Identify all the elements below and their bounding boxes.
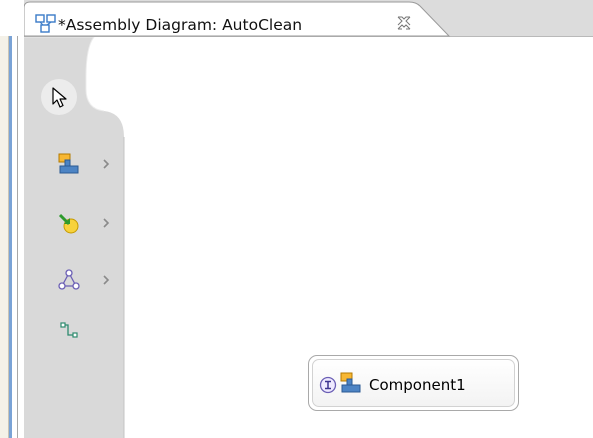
tab-title: *Assembly Diagram: AutoClean (58, 16, 303, 34)
assembly-diagram-icon (35, 14, 56, 33)
component-label: Component1 (369, 376, 466, 394)
import-icon (58, 213, 79, 234)
component-node[interactable]: Component1 (308, 355, 519, 411)
wire-tool[interactable] (56, 317, 82, 343)
wire-icon (60, 322, 78, 338)
diagram-editor[interactable]: Component1 (24, 37, 593, 438)
tool-palette (24, 37, 129, 438)
left-panel-strip (0, 36, 9, 438)
editor-tab-bar: *Assembly Diagram: AutoClean (24, 0, 593, 37)
import-tool[interactable] (56, 210, 82, 236)
shape-tool[interactable] (56, 267, 82, 293)
component-drawer-chevron-icon[interactable] (101, 158, 111, 170)
left-panel-divider (17, 36, 18, 438)
component-node-body: Component1 (312, 359, 515, 407)
network-icon (58, 269, 80, 290)
close-tab-icon[interactable] (396, 15, 412, 31)
interface-icon[interactable] (319, 376, 337, 394)
select-tool[interactable] (41, 79, 77, 115)
shape-drawer-chevron-icon[interactable] (101, 274, 111, 286)
component-icon (340, 372, 361, 393)
left-window-edge (0, 0, 24, 438)
component-icon (58, 153, 79, 174)
arrow-pointer-icon (52, 87, 67, 108)
import-drawer-chevron-icon[interactable] (101, 217, 111, 229)
left-panel-highlight (9, 36, 12, 438)
tab-assembly-diagram[interactable]: *Assembly Diagram: AutoClean (24, 0, 424, 36)
component-tool[interactable] (56, 151, 82, 177)
